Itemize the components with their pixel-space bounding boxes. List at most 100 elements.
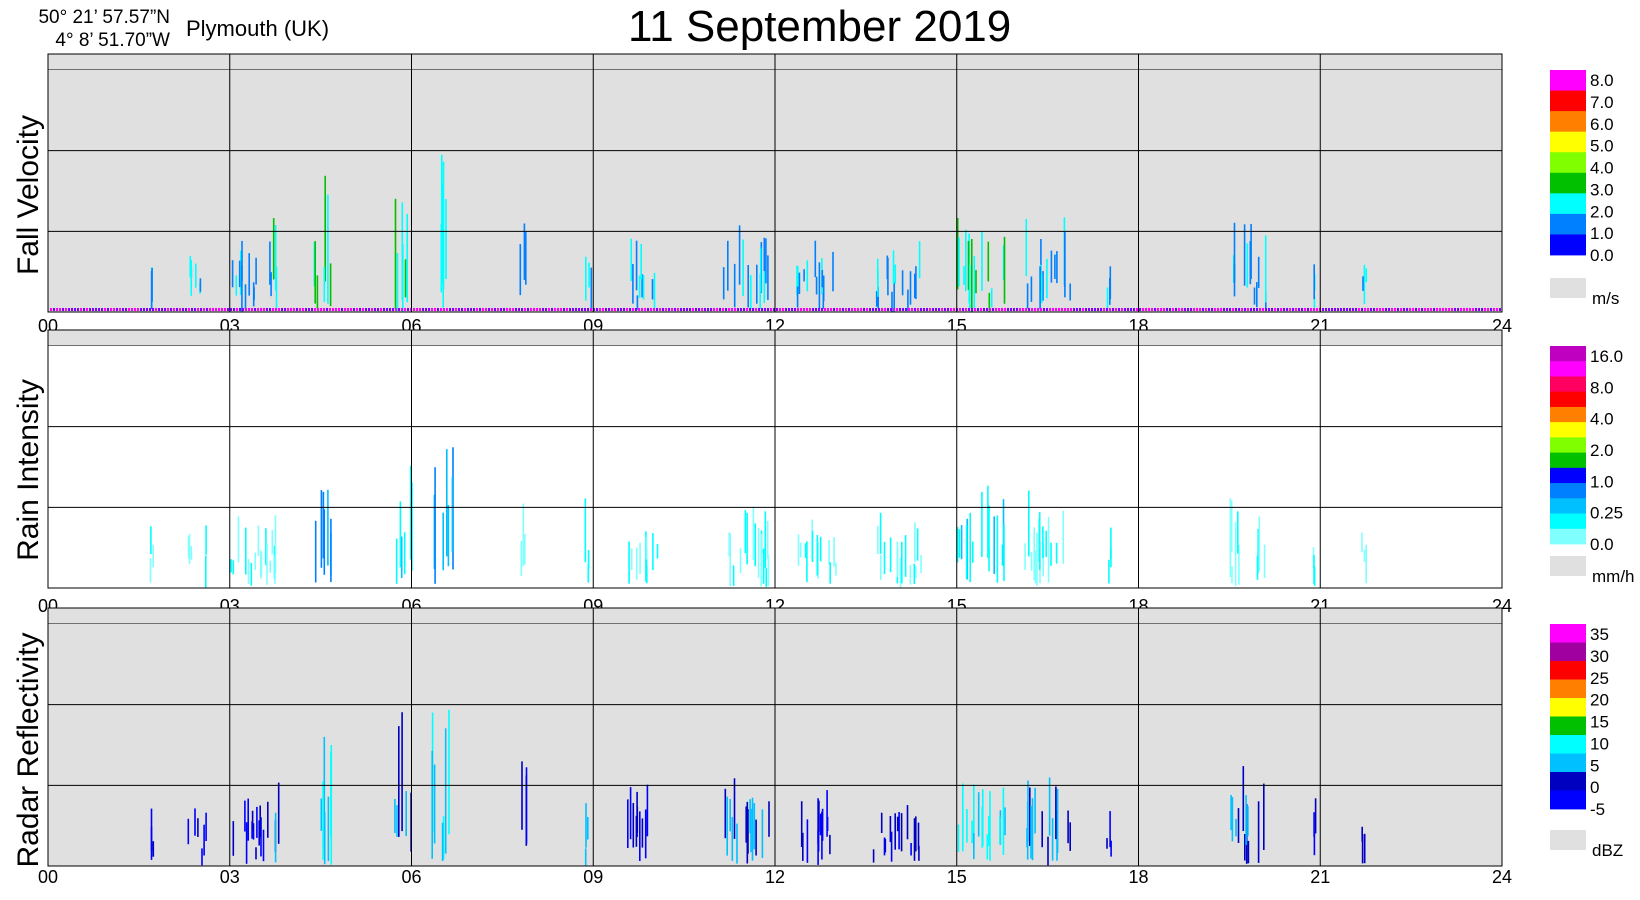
colorbar-swatch (1550, 679, 1586, 699)
baseline-mark (293, 308, 295, 311)
colorbar-nodata-swatch (1550, 556, 1586, 576)
precip-mark (752, 506, 755, 560)
baseline-mark (842, 308, 844, 311)
precip-mark (431, 750, 433, 859)
baseline-mark (1439, 308, 1441, 311)
baseline-mark (359, 308, 361, 311)
baseline-mark (1148, 308, 1150, 311)
precip-mark (520, 541, 523, 577)
precip-mark (909, 271, 912, 305)
precip-mark (893, 282, 895, 312)
baseline-mark (881, 308, 883, 311)
baseline-mark (995, 308, 997, 311)
colorbar-label: 1.0 (1590, 472, 1614, 491)
baseline-mark (317, 308, 319, 311)
baseline-mark (1463, 308, 1465, 311)
precip-mark (746, 512, 748, 565)
precip-mark (1034, 787, 1036, 834)
baseline-mark (95, 308, 97, 311)
baseline-mark (263, 308, 265, 311)
colorbar-label: 30 (1590, 647, 1609, 666)
precip-mark (999, 816, 1001, 845)
precip-mark (277, 782, 280, 844)
baseline-mark (404, 308, 406, 311)
precip-mark (447, 505, 450, 567)
baseline-mark (536, 308, 538, 311)
precip-mark (1054, 254, 1056, 279)
baseline-mark (875, 308, 877, 311)
baseline-mark (698, 308, 700, 311)
precip-mark (205, 555, 207, 588)
baseline-mark (638, 308, 640, 311)
precip-mark (729, 799, 731, 832)
colorbar-label: 0.25 (1590, 504, 1623, 523)
baseline-mark (1217, 308, 1219, 311)
baseline-mark (1475, 308, 1477, 311)
precip-mark (894, 813, 896, 850)
precip-mark (645, 536, 648, 560)
precip-mark (1249, 241, 1252, 285)
colorbar-swatch (1550, 513, 1586, 530)
precip-mark (828, 540, 830, 565)
baseline-mark (920, 308, 922, 311)
precip-mark (889, 537, 892, 573)
precip-mark (742, 239, 744, 296)
precip-mark (763, 271, 766, 303)
baseline-mark (866, 308, 868, 311)
precip-mark (766, 520, 769, 560)
baseline-mark (113, 308, 115, 311)
baseline-mark (1193, 308, 1195, 311)
baseline-mark (68, 308, 70, 311)
baseline-mark (989, 308, 991, 311)
colorbar-swatch (1550, 735, 1586, 754)
precip-mark (1314, 798, 1317, 834)
precip-mark (762, 548, 765, 584)
baseline-mark (1049, 308, 1051, 311)
baseline-mark (572, 308, 574, 311)
baseline-mark (1313, 308, 1315, 311)
baseline-mark (650, 308, 652, 311)
baseline-mark (1310, 308, 1312, 311)
precip-mark (1247, 840, 1250, 864)
precip-mark (262, 829, 265, 862)
baseline-mark (899, 308, 901, 311)
baseline-mark (1118, 308, 1120, 311)
precip-mark (872, 849, 875, 863)
baseline-mark (50, 308, 52, 311)
precip-mark (754, 523, 756, 567)
precip-mark (909, 565, 912, 585)
precip-mark (636, 806, 639, 833)
baseline-mark (1241, 308, 1243, 311)
precip-mark (880, 812, 883, 833)
baseline-mark (1343, 308, 1345, 311)
precip-mark (150, 827, 153, 860)
baseline-mark (782, 308, 784, 311)
precip-mark (915, 566, 917, 579)
precip-mark (1069, 822, 1071, 851)
baseline-mark (992, 308, 994, 311)
baseline-mark (1175, 308, 1177, 311)
colorbar-nodata-swatch (1550, 278, 1586, 298)
baseline-mark (599, 308, 601, 311)
baseline-mark (1160, 308, 1162, 311)
precip-mark (918, 241, 921, 279)
precip-mark (584, 848, 587, 866)
precip-mark (399, 501, 402, 568)
precip-mark (320, 490, 323, 568)
baseline-mark (275, 308, 277, 311)
baseline-mark (791, 308, 793, 311)
precip-mark (798, 272, 801, 294)
colorbar-label: 35 (1590, 625, 1609, 644)
baseline-mark (161, 308, 163, 311)
baseline-mark (1397, 308, 1399, 311)
baseline-mark (1079, 308, 1081, 311)
baseline-mark (425, 308, 427, 311)
precip-mark (1264, 235, 1267, 303)
baseline-mark (353, 308, 355, 311)
colorbar-swatch (1550, 624, 1586, 643)
precip-mark (753, 803, 756, 850)
colorbar-swatch (1550, 437, 1586, 454)
baseline-mark (266, 308, 268, 311)
baseline-mark (986, 308, 988, 311)
baseline-mark (1037, 308, 1039, 311)
